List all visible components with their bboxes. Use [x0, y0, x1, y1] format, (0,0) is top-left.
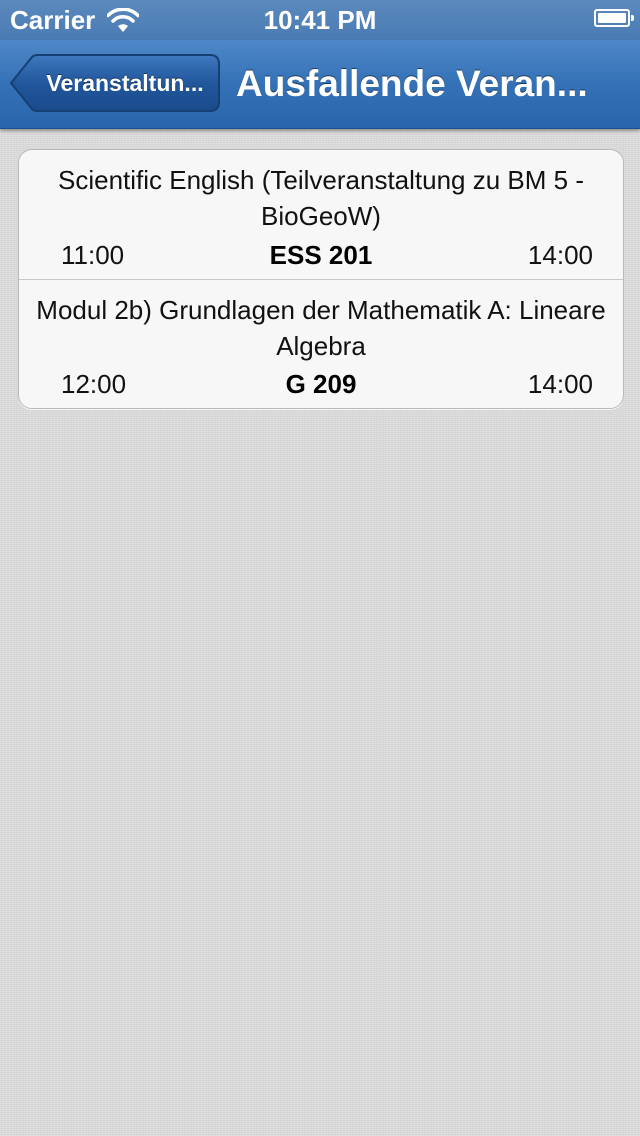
status-time: 10:41 PM	[263, 5, 377, 35]
events-table: Scientific English (Teilveranstaltung zu…	[18, 149, 624, 409]
battery-icon	[594, 9, 634, 27]
navigation-bar: Veranstaltun... Ausfallende Veran...	[0, 40, 640, 129]
back-button-label: Veranstaltun...	[46, 70, 204, 96]
event-cell[interactable]: Scientific English (Teilveranstaltung zu…	[19, 150, 623, 279]
event-title: Scientific English (Teilveranstaltung zu…	[57, 165, 584, 231]
back-button[interactable]: Veranstaltun...	[10, 54, 220, 112]
event-end-time: 14:00	[527, 240, 593, 270]
page-title: Ausfallende Veran...	[236, 63, 588, 104]
event-cell[interactable]: Modul 2b) Grundlagen der Mathematik A: L…	[19, 279, 623, 408]
event-end-time: 14:00	[527, 369, 593, 399]
status-bar: Carrier 10:41 PM	[0, 0, 640, 40]
event-title: Modul 2b) Grundlagen der Mathematik A: L…	[36, 295, 606, 361]
